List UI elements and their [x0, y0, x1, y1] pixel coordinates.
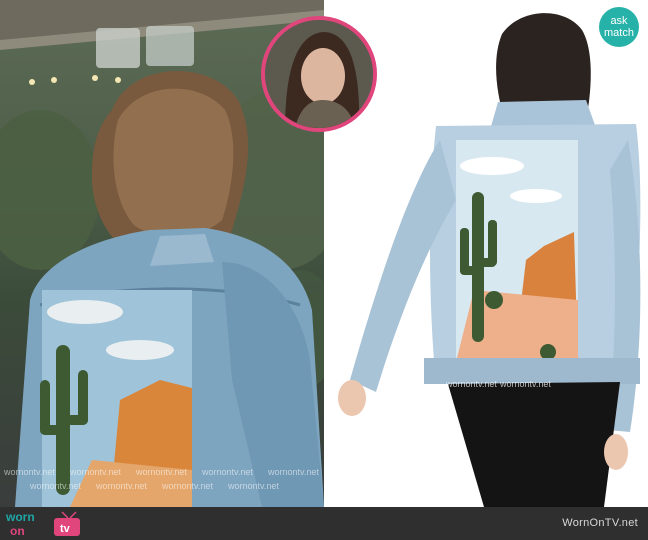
- watermark: wornontv.net: [202, 467, 253, 477]
- ask-match-badge[interactable]: ask match: [599, 7, 639, 47]
- badge-line-2: match: [604, 27, 634, 39]
- site-label: WornOnTV.net: [562, 517, 638, 529]
- logo-word-on: on: [10, 524, 25, 538]
- watermark: wornontv.net: [30, 481, 81, 491]
- watermark: wornontv.net: [268, 467, 319, 477]
- footer-bar: [0, 507, 648, 540]
- tv-icon: tv: [54, 511, 80, 536]
- logo-word-worn: worn: [5, 510, 35, 524]
- portrait-illustration: [265, 20, 373, 128]
- wornontv-logo[interactable]: worn on tv: [4, 509, 82, 538]
- watermark: wornontv.net: [4, 467, 55, 477]
- watermark: wornontv.net: [500, 379, 551, 389]
- watermark: wornontv.net: [70, 467, 121, 477]
- actress-inset-portrait: [261, 16, 377, 132]
- collage: ask match wornontv.net wornontv.net worn…: [0, 0, 648, 540]
- logo-graphic: worn on tv: [5, 510, 80, 538]
- watermark: wornontv.net: [446, 379, 497, 389]
- watermark: wornontv.net: [96, 481, 147, 491]
- badge-line-1: ask: [610, 15, 628, 27]
- logo-word-tv: tv: [60, 523, 71, 535]
- watermark: wornontv.net: [162, 481, 213, 491]
- watermark: wornontv.net: [228, 481, 279, 491]
- watermark: wornontv.net: [136, 467, 187, 477]
